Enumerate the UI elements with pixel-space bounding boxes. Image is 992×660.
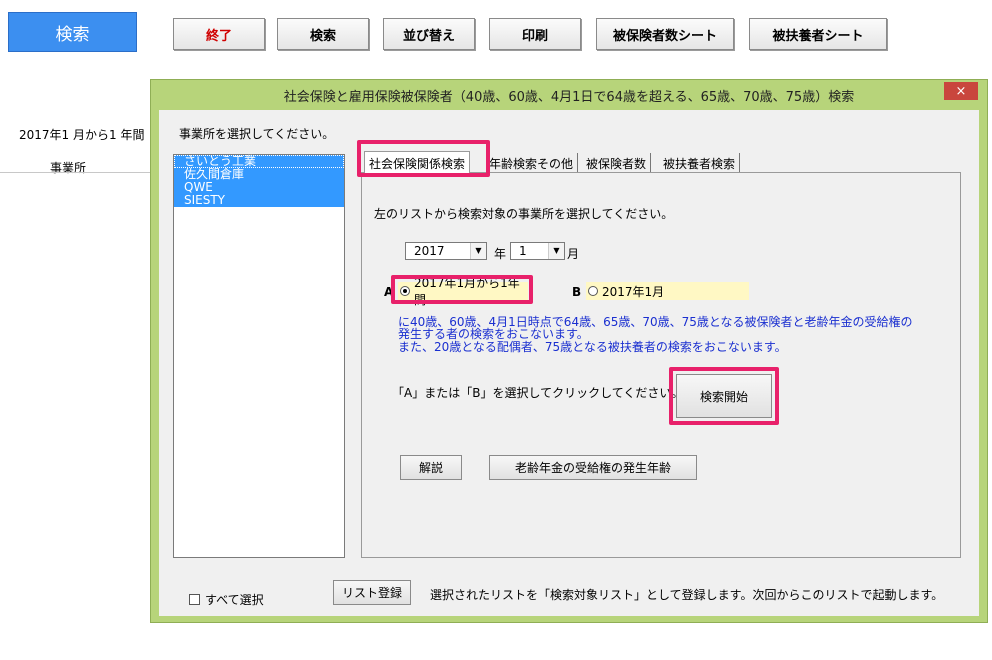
year-label: 年 <box>494 247 507 261</box>
select-all-label: すべて選択 <box>205 593 264 607</box>
tab-panel: 左のリストから検索対象の事業所を選択してください。 2017 ▼ 年 1 ▼ 月… <box>361 172 961 558</box>
start-button-highlight <box>669 367 779 425</box>
option-a-highlight <box>391 275 533 304</box>
close-icon: × <box>955 83 967 99</box>
close-button[interactable]: × <box>944 82 978 100</box>
list-item[interactable]: SIESTY <box>174 194 344 207</box>
search-launch-button[interactable]: 検索 <box>8 12 137 52</box>
info-line-2: 発生する者の検索をおこないます。 <box>398 327 589 341</box>
print-button[interactable]: 印刷 <box>489 18 581 50</box>
option-b-text: 2017年1月 <box>602 284 665 299</box>
pension-age-button[interactable]: 老齢年金の受給権の発生年齢 <box>489 455 697 480</box>
tab-highlight <box>357 140 490 177</box>
tab-age-search[interactable]: 年齢検索その他 <box>485 153 579 173</box>
sort-button[interactable]: 並び替え <box>383 18 475 50</box>
cell-office-header: 事業所 <box>50 161 87 175</box>
search-dialog: 社会保険と雇用保険被保険者（40歳、60歳、4月1日で64歳を超える、65歳、7… <box>150 79 988 623</box>
explain-button[interactable]: 解説 <box>400 455 462 480</box>
option-b-radio[interactable]: 2017年1月 <box>586 282 749 300</box>
info-line-3: また、20歳となる配偶者、75歳となる被扶養者の検索をおこないます。 <box>398 340 787 354</box>
option-b-letter: B <box>572 285 582 299</box>
radio-unselected-icon <box>588 286 598 296</box>
chevron-down-icon: ▼ <box>470 243 486 259</box>
insured-count-sheet-button[interactable]: 被保険者数シート <box>596 18 734 50</box>
dialog-client-area: 事業所を選択してください。 さいとう工業 佐久間倉庫 QWE SIESTY 社会… <box>159 110 979 616</box>
cell-period-text: 2017年1 月から1 年間 <box>19 128 145 142</box>
tab-insured-count[interactable]: 被保険者数 <box>582 153 652 173</box>
select-all-checkbox[interactable] <box>189 594 200 605</box>
chevron-down-icon: ▼ <box>548 243 564 259</box>
month-label: 月 <box>567 247 580 261</box>
year-value: 2017 <box>414 244 445 258</box>
exit-button[interactable]: 終了 <box>173 18 265 50</box>
tab-dependent-search[interactable]: 被扶養者検索 <box>659 153 741 173</box>
office-listbox[interactable]: さいとう工業 佐久間倉庫 QWE SIESTY <box>173 154 345 558</box>
dialog-title: 社会保険と雇用保険被保険者（40歳、60歳、4月1日で64歳を超える、65歳、7… <box>283 89 855 105</box>
panel-instruction: 左のリストから検索対象の事業所を選択してください。 <box>374 207 674 221</box>
search-button[interactable]: 検索 <box>277 18 369 50</box>
office-prompt: 事業所を選択してください。 <box>179 127 335 141</box>
cell-border <box>0 172 150 173</box>
year-dropdown[interactable]: 2017 ▼ <box>405 242 487 260</box>
register-list-button[interactable]: リスト登録 <box>333 580 411 605</box>
month-dropdown[interactable]: 1 ▼ <box>510 242 565 260</box>
month-value: 1 <box>519 244 527 258</box>
dependent-sheet-button[interactable]: 被扶養者シート <box>749 18 887 50</box>
register-note: 選択されたリストを「検索対象リスト」として登録します。次回からこのリストで起動し… <box>430 588 944 602</box>
select-prompt: 「A」または「B」を選択してクリックしてください。 <box>392 386 684 400</box>
